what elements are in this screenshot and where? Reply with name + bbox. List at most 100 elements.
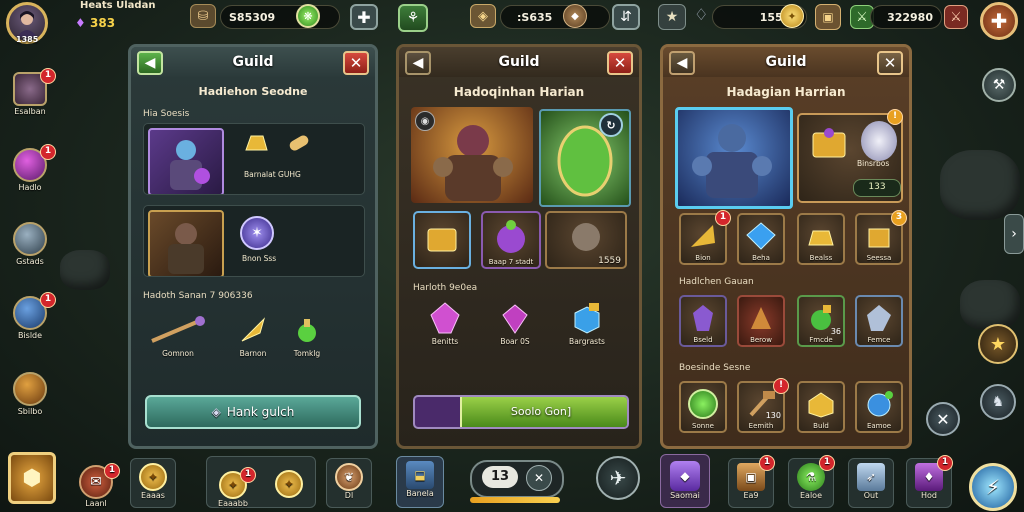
item-label: Gomnon	[162, 349, 194, 358]
item-slot[interactable]: Bealss	[797, 213, 845, 265]
expand-button[interactable]: ⇵	[612, 4, 640, 30]
close-button[interactable]: ✕	[607, 51, 633, 75]
guild-panel-3: Guild ◀ ✕ Hadagian Harrian ! Binsrbos 13…	[660, 44, 912, 449]
item-slot[interactable]: Femce	[855, 295, 903, 347]
green-potion-icon	[289, 313, 325, 347]
hero-showcase[interactable]: ◉	[411, 107, 533, 203]
notification-badge: 1	[40, 144, 56, 160]
bottom-item[interactable]: ⚡ Hlaoid	[966, 463, 1020, 511]
member-card[interactable]: Barnalat GUHG	[143, 123, 365, 195]
bottom-item[interactable]: ◆ Saomai	[660, 454, 710, 508]
gem-count: 383	[90, 16, 116, 30]
item-slot[interactable]: 36 Fmcde	[797, 295, 845, 347]
item-slot[interactable]: Buld	[797, 381, 845, 433]
sidebar-item-forge[interactable]: Gstads	[10, 222, 50, 266]
scroll-icon[interactable]: ◈	[470, 4, 496, 28]
bottom-item-label: Ea9	[743, 491, 759, 500]
sidebar-item-shield[interactable]: 1 Bislde	[10, 292, 56, 340]
reward-slot[interactable]: ! Binsrbos 133	[797, 109, 903, 203]
item-caption: Bnon Sss	[242, 254, 277, 263]
refresh-icon[interactable]: ↻	[599, 113, 623, 137]
bird-button[interactable]: ✈	[596, 456, 640, 500]
bottom-item[interactable]: ➶ Out	[848, 458, 894, 508]
expand-right-arrow[interactable]: ›	[1004, 214, 1024, 254]
sidebar-item-chest[interactable]: Sbilbo	[10, 372, 50, 416]
item-slot[interactable]: 1559	[545, 211, 627, 269]
item-slot[interactable]: Baap 7 stadt	[481, 211, 541, 269]
bottom-item[interactable]: ⬓ Banela	[396, 456, 444, 508]
inventory-item[interactable]: Benitts	[417, 301, 473, 346]
close-button[interactable]: ✕	[343, 51, 369, 75]
feature-item[interactable]: ↻	[539, 109, 631, 207]
item-slot[interactable]: 1 Bion	[679, 210, 731, 265]
portrait-icon	[17, 11, 37, 37]
treasure-bag-icon[interactable]: ⛁	[190, 4, 216, 28]
notification-badge: 1	[819, 455, 835, 471]
bottom-item[interactable]: ❦ Dl	[326, 458, 372, 508]
warrior-hero-icon	[168, 223, 204, 274]
item-slot[interactable]: Beha	[737, 213, 785, 265]
item-slot[interactable]	[413, 211, 471, 269]
notification-badge: 1	[104, 463, 120, 479]
close-icon[interactable]: ✕	[526, 465, 552, 491]
chest-button[interactable]: ⬢	[8, 452, 56, 504]
top-bar: 1385 Heats Uladan ♦ 383 ⛁ S85309 ❋ ✚ ⚘ ◈…	[0, 0, 1024, 44]
inventory-item[interactable]: Barnon	[225, 313, 281, 358]
pink-crystal-icon	[427, 301, 463, 335]
rank-star-icon[interactable]: ★	[658, 4, 686, 30]
bottom-item[interactable]: ✦ 1 Eaaabb	[212, 467, 256, 508]
gold-block-icon	[808, 392, 834, 418]
item-slot[interactable]: Eamoe	[855, 381, 903, 433]
add-button[interactable]: ✚	[980, 2, 1018, 40]
sidebar-item-castle[interactable]: 1 Esalban	[10, 68, 56, 116]
hero-portrait	[148, 128, 224, 194]
item-slot[interactable]: 3 Seessa	[855, 210, 907, 265]
item-slot[interactable]: Bseld	[679, 295, 727, 347]
back-button[interactable]: ◀	[405, 51, 431, 75]
inventory-item[interactable]: Bargrasts	[557, 301, 617, 346]
bottom-item[interactable]: ♦ 1 Hod	[906, 455, 953, 508]
item-slot[interactable]: Berow	[737, 295, 785, 347]
slot-label: Eemith	[748, 422, 774, 430]
inventory-item[interactable]: Boar 0S	[487, 301, 543, 346]
favorites-button[interactable]: ★	[978, 324, 1018, 364]
pink-gem-icon	[497, 301, 533, 335]
item-slot[interactable]: Sonne	[679, 381, 727, 433]
bottom-item[interactable]: ▣ 1 Ea9	[728, 455, 775, 508]
bottom-item[interactable]: ✦	[268, 470, 310, 498]
gold-chest-icon	[427, 228, 457, 252]
bottom-item[interactable]: ✦ Eaaas	[130, 458, 176, 508]
bottom-item[interactable]: ✉ 1 Laanl	[76, 463, 120, 508]
inventory-item[interactable]: Gomnon	[143, 313, 213, 358]
item-slot[interactable]: ! 130 Eemith	[737, 378, 789, 433]
hero-showcase[interactable]	[675, 107, 793, 209]
wrench-button[interactable]: ⚒	[982, 68, 1016, 102]
progress-bar[interactable]: Soolo Gon]	[413, 395, 629, 429]
green-orb-icon: ❋	[296, 4, 320, 28]
bottom-item-label: Eaaas	[141, 491, 165, 500]
close-all-button[interactable]: ✕	[926, 402, 960, 436]
member-card[interactable]: ✶ Bnon Sss	[143, 205, 365, 277]
back-button[interactable]: ◀	[669, 51, 695, 75]
gold-bar-icon	[238, 126, 274, 160]
info-icon[interactable]: ◉	[415, 111, 435, 131]
inventory-item[interactable]: Tomklg	[279, 313, 335, 358]
slot-label: Berow	[750, 336, 772, 344]
feather-icon: ➶	[857, 463, 885, 491]
guild-action-button[interactable]: ◈ Hank gulch	[145, 395, 361, 429]
recruit-button[interactable]: ⚘	[398, 4, 428, 32]
slot-label: Bseld	[693, 336, 713, 344]
add-currency-button[interactable]: ✚	[350, 4, 378, 30]
gold-chest-icon	[812, 128, 846, 158]
sword-icon	[148, 313, 208, 347]
gold-coin-icon: ✦	[139, 463, 167, 491]
close-button[interactable]: ✕	[877, 51, 903, 75]
bottom-item-label: Eaaabb	[218, 499, 248, 508]
gift-box-icon: ⬓	[406, 461, 434, 489]
back-button[interactable]: ◀	[137, 51, 163, 75]
chest-icon[interactable]: ▣	[815, 4, 841, 30]
sidebar-item-gem[interactable]: 1 Hadlo	[10, 144, 56, 192]
bottom-item[interactable]: ⚗ 1 Ealoe	[788, 455, 835, 508]
unit-button[interactable]: ♞	[980, 384, 1016, 420]
notification-badge: !	[773, 378, 789, 394]
